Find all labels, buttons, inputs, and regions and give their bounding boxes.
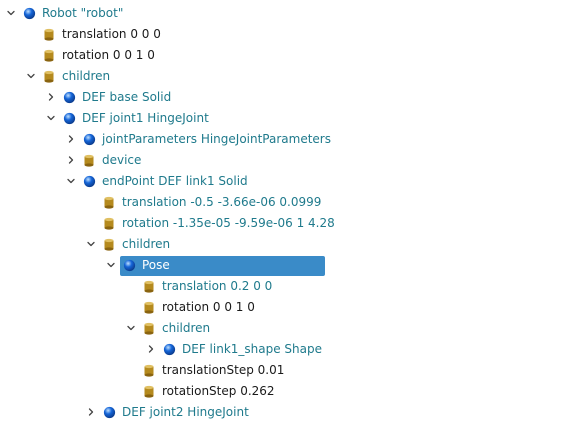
gold-cylinder-icon — [143, 318, 157, 339]
gold-cylinder-icon — [143, 360, 157, 381]
scene-tree[interactable]: Robot "robot" translation 0 0 0 rotation 0… — [0, 0, 580, 427]
tree-item-label: rotation -1.35e-05 -9.59e-06 1 4.28 — [122, 216, 335, 230]
tree-field-row[interactable]: children — [0, 318, 580, 339]
tree-item-label: rotation 0 0 1 0 — [162, 300, 255, 314]
tree-field-row[interactable]: children — [0, 66, 580, 87]
chevron-down-icon[interactable] — [44, 108, 58, 129]
tree-item-label: endPoint DEF link1 Solid — [102, 174, 248, 188]
tree-item-label: DEF base Solid — [82, 90, 172, 104]
gold-cylinder-icon — [103, 213, 117, 234]
blue-sphere-icon — [103, 402, 117, 423]
tree-field-row[interactable]: device — [0, 150, 580, 171]
tree-item-label: Robot "robot" — [42, 6, 124, 20]
tree-item-label: children — [62, 69, 111, 83]
tree-node-row[interactable]: DEF joint1 HingeJoint — [0, 108, 580, 129]
tree-item-label: children — [162, 321, 211, 335]
gold-cylinder-icon — [103, 192, 117, 213]
tree-node-row[interactable]: endPoint DEF link1 Solid — [0, 171, 580, 192]
chevron-down-icon[interactable] — [24, 66, 38, 87]
tree-node-row[interactable]: DEF joint2 HingeJoint — [0, 402, 580, 423]
gold-cylinder-icon — [83, 150, 97, 171]
gold-cylinder-icon — [103, 234, 117, 255]
tree-field-row[interactable]: children — [0, 234, 580, 255]
blue-sphere-icon — [23, 3, 37, 24]
tree-item-label: translationStep 0.01 — [162, 363, 285, 377]
chevron-down-icon[interactable] — [124, 318, 138, 339]
tree-field-row[interactable]: rotation 0 0 1 0 — [0, 45, 580, 66]
tree-item-label: rotationStep 0.262 — [162, 384, 275, 398]
tree-item-label: translation 0.2 0 0 — [162, 279, 273, 293]
gold-cylinder-icon — [143, 297, 157, 318]
chevron-right-icon[interactable] — [64, 150, 78, 171]
tree-item-label: translation -0.5 -3.66e-06 0.0999 — [122, 195, 322, 209]
gold-cylinder-icon — [43, 66, 57, 87]
tree-item-label: children — [122, 237, 171, 251]
tree-item-label: jointParameters HingeJointParameters — [102, 132, 331, 146]
blue-sphere-icon — [83, 171, 97, 192]
tree-field-row[interactable]: rotation 0 0 1 0 — [0, 297, 580, 318]
tree-item-label: device — [102, 153, 142, 167]
gold-cylinder-icon — [143, 276, 157, 297]
tree-node-row[interactable]: jointParameters HingeJointParameters — [0, 129, 580, 150]
blue-sphere-icon — [63, 87, 77, 108]
chevron-right-icon[interactable] — [84, 402, 98, 423]
blue-sphere-icon — [83, 129, 97, 150]
chevron-right-icon[interactable] — [44, 87, 58, 108]
tree-item-label: DEF link1_shape Shape — [182, 342, 322, 356]
chevron-down-icon[interactable] — [4, 3, 18, 24]
tree-node-row[interactable]: Pose — [0, 255, 580, 276]
tree-item-label: DEF joint2 HingeJoint — [122, 405, 249, 419]
gold-cylinder-icon — [143, 381, 157, 402]
blue-sphere-icon — [123, 255, 137, 276]
chevron-right-icon[interactable] — [64, 129, 78, 150]
gold-cylinder-icon — [43, 45, 57, 66]
chevron-down-icon[interactable] — [84, 234, 98, 255]
tree-field-row[interactable]: translation -0.5 -3.66e-06 0.0999 — [0, 192, 580, 213]
tree-field-row[interactable]: translationStep 0.01 — [0, 360, 580, 381]
tree-item-label: rotation 0 0 1 0 — [62, 48, 155, 62]
tree-field-row[interactable]: translation 0.2 0 0 — [0, 276, 580, 297]
tree-item-label: translation 0 0 0 — [62, 27, 161, 41]
tree-field-row[interactable]: rotation -1.35e-05 -9.59e-06 1 4.28 — [0, 213, 580, 234]
chevron-right-icon[interactable] — [144, 339, 158, 360]
tree-node-row[interactable]: DEF base Solid — [0, 87, 580, 108]
tree-item-label: DEF joint1 HingeJoint — [82, 111, 209, 125]
gold-cylinder-icon — [43, 24, 57, 45]
tree-item-label: Pose — [142, 258, 170, 272]
blue-sphere-icon — [163, 339, 177, 360]
tree-field-row[interactable]: rotationStep 0.262 — [0, 381, 580, 402]
tree-field-row[interactable]: translation 0 0 0 — [0, 24, 580, 45]
chevron-down-icon[interactable] — [64, 171, 78, 192]
tree-node-row[interactable]: Robot "robot" — [0, 3, 580, 24]
tree-node-row[interactable]: DEF link1_shape Shape — [0, 339, 580, 360]
blue-sphere-icon — [63, 108, 77, 129]
chevron-down-icon[interactable] — [104, 255, 118, 276]
